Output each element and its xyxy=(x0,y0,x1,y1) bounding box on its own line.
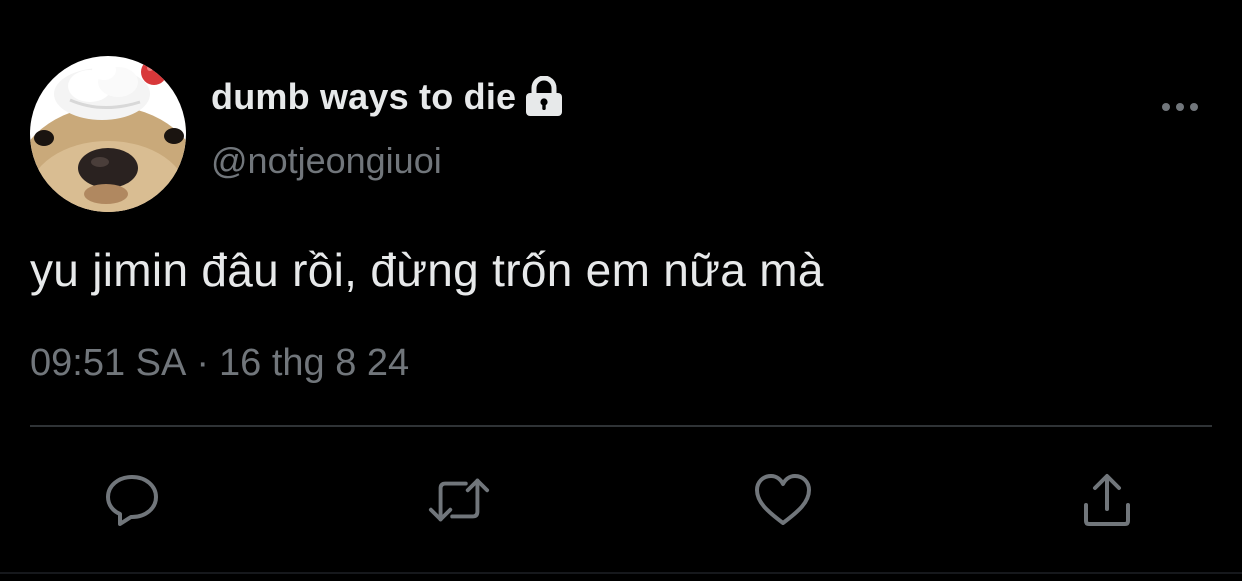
timestamp-separator: · xyxy=(196,342,209,384)
share-button[interactable] xyxy=(1075,470,1139,530)
more-icon[interactable] xyxy=(1156,94,1204,120)
lock-icon xyxy=(524,75,564,118)
like-button[interactable] xyxy=(751,470,815,530)
retweet-icon xyxy=(428,478,490,522)
tweet-timestamp[interactable]: 09:51 SA · 16 thg 8 24 xyxy=(30,342,409,385)
share-icon xyxy=(1084,474,1130,526)
bottom-divider xyxy=(0,572,1242,574)
display-name[interactable]: dumb ways to die xyxy=(211,76,516,118)
divider xyxy=(30,425,1212,427)
tweet-time: 09:51 SA xyxy=(30,342,187,384)
tweet-date: 16 thg 8 24 xyxy=(219,342,410,384)
display-name-row: dumb ways to die xyxy=(211,74,564,120)
handle[interactable]: @notjeongiuoi xyxy=(211,140,442,182)
avatar[interactable] xyxy=(30,56,186,212)
reply-icon xyxy=(106,475,158,526)
heart-icon xyxy=(755,474,811,525)
tweet-text: yu jimin đâu rồi, đừng trốn em nữa mà xyxy=(30,244,824,296)
retweet-button[interactable] xyxy=(427,470,491,530)
avatar-image xyxy=(30,56,186,212)
reply-button[interactable] xyxy=(100,470,164,530)
